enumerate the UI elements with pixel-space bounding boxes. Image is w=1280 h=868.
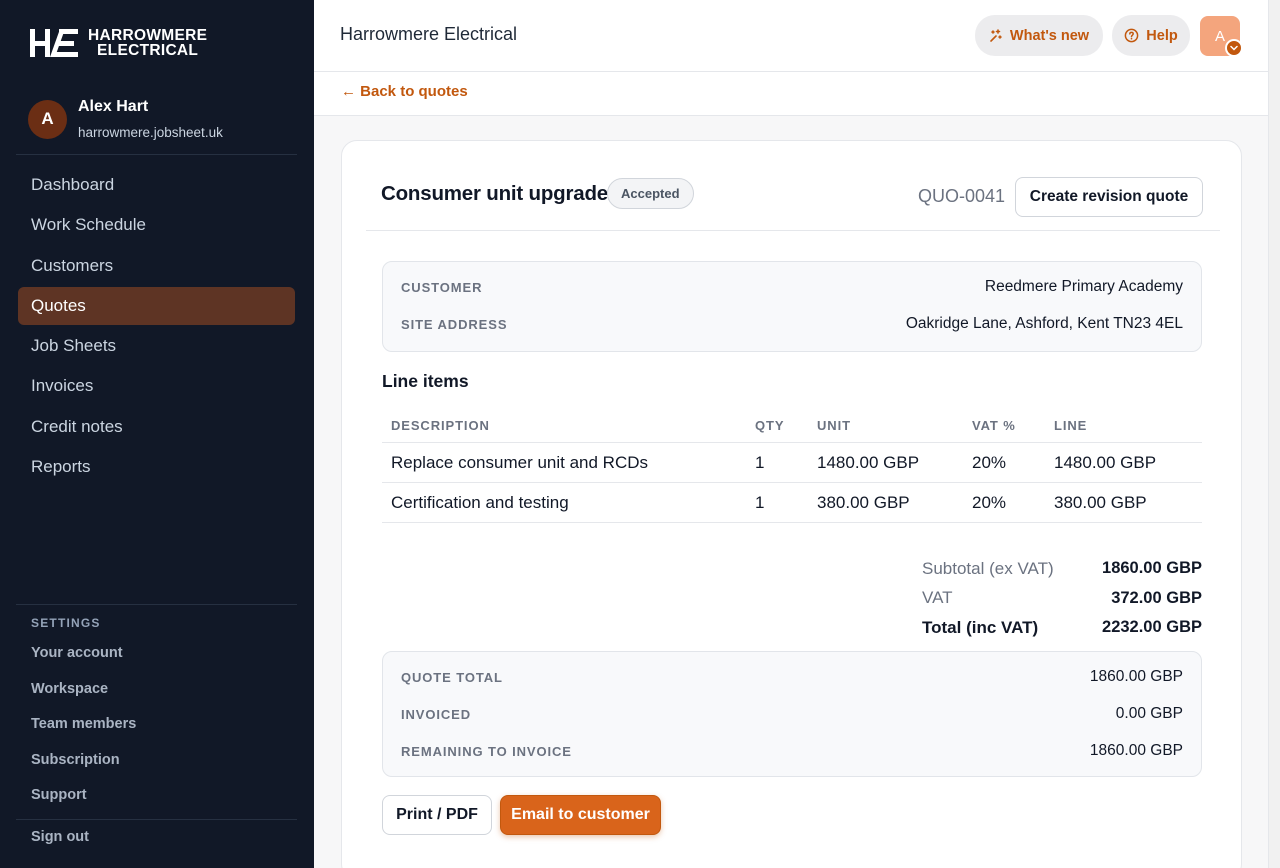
- brand-line-2: ELECTRICAL: [97, 42, 199, 59]
- invoice-summary-box: QUOTE TOTAL 1860.00 GBP INVOICED 0.00 GB…: [382, 651, 1202, 777]
- customer-label: CUSTOMER: [401, 279, 483, 295]
- invoiced-row: INVOICED 0.00 GBP: [401, 705, 1183, 723]
- print-pdf-button[interactable]: Print / PDF: [382, 795, 492, 835]
- help-label: Help: [1146, 27, 1178, 44]
- brand-name: HARROWMERE ELECTRICAL: [88, 27, 208, 59]
- cell-line: 380.00 GBP: [1054, 493, 1147, 512]
- site-address-row: SITE ADDRESS Oakridge Lane, Ashford, Ken…: [401, 315, 1183, 333]
- help-button[interactable]: Help: [1112, 15, 1190, 56]
- invoiced-label: INVOICED: [401, 706, 472, 722]
- nav-item-work-schedule[interactable]: Work Schedule: [18, 206, 295, 244]
- cell-vat: 20%: [972, 493, 1007, 512]
- remaining-label: REMAINING TO INVOICE: [401, 743, 572, 759]
- nav-item-dashboard[interactable]: Dashboard: [18, 166, 295, 204]
- user-name: Alex Hart: [78, 98, 149, 115]
- customer-info-box: CUSTOMER Reedmere Primary Academy SITE A…: [382, 261, 1202, 352]
- col-unit: UNIT: [817, 418, 851, 433]
- scrollbar-track[interactable]: [1268, 0, 1280, 868]
- total-value: 2232.00 GBP: [1102, 618, 1202, 637]
- cell-vat: 20%: [972, 453, 1007, 472]
- settings-item-your-account[interactable]: Your account: [31, 641, 136, 677]
- workspace-title: Harrowmere Electrical: [340, 24, 518, 44]
- nav-item-reports[interactable]: Reports: [18, 448, 295, 486]
- cell-description: Replace consumer unit and RCDs: [391, 453, 649, 472]
- nav-item-quotes[interactable]: Quotes: [18, 286, 295, 325]
- cell-description: Certification and testing: [391, 493, 569, 512]
- col-line: LINE: [1054, 418, 1088, 433]
- line-items-table: DESCRIPTION QTY UNIT VAT % LINE Replace …: [382, 407, 1202, 523]
- brand-mark-icon: [30, 29, 78, 57]
- total-row: Total (inc VAT) 2232.00 GBP: [922, 613, 1202, 643]
- whats-new-button[interactable]: What's new: [975, 15, 1103, 56]
- subtotal-value: 1860.00 GBP: [1102, 559, 1202, 578]
- whats-new-label: What's new: [1009, 27, 1090, 44]
- settings-item-workspace[interactable]: Workspace: [31, 677, 136, 713]
- remaining-value: 1860.00 GBP: [1089, 742, 1183, 759]
- back-to-quotes-link[interactable]: ← Back to quotes: [341, 83, 468, 100]
- chevron-down-icon: [1225, 39, 1243, 57]
- nav-item-customers[interactable]: Customers: [18, 247, 295, 285]
- avatar-initial: A: [1214, 27, 1225, 45]
- settings-item-subscription[interactable]: Subscription: [31, 748, 136, 784]
- nav-item-job-sheets[interactable]: Job Sheets: [18, 327, 295, 365]
- col-qty: QTY: [755, 418, 785, 433]
- cell-qty: 1: [755, 453, 765, 472]
- sparkle-icon: [989, 28, 1003, 43]
- subtotal-label: Subtotal (ex VAT): [922, 558, 1054, 578]
- quote-card: Consumer unit upgrade Accepted QUO-0041 …: [341, 140, 1242, 868]
- cell-unit: 380.00 GBP: [817, 493, 910, 512]
- top-bar: Harrowmere Electrical What's new Help A: [314, 0, 1268, 72]
- vat-row: VAT 372.00 GBP: [922, 584, 1202, 614]
- quote-total-row: QUOTE TOTAL 1860.00 GBP: [401, 668, 1183, 686]
- user-profile[interactable]: A Alex Hart harrowmere.jobsheet.uk: [28, 98, 223, 140]
- settings-nav: Your account Workspace Team members Subs…: [31, 641, 136, 819]
- subtotal-row: Subtotal (ex VAT) 1860.00 GBP: [922, 554, 1202, 584]
- quote-total-value: 1860.00 GBP: [1089, 668, 1183, 685]
- vat-value: 372.00 GBP: [1111, 588, 1202, 607]
- status-badge: Accepted: [607, 178, 694, 209]
- total-label: Total (inc VAT): [922, 617, 1039, 637]
- sidebar-divider: [16, 604, 297, 605]
- main-nav: Dashboard Work Schedule Customers Quotes…: [18, 166, 295, 488]
- col-description: DESCRIPTION: [391, 418, 490, 433]
- cell-qty: 1: [755, 493, 765, 512]
- line-items-heading: Line items: [382, 371, 469, 391]
- remaining-row: REMAINING TO INVOICE 1860.00 GBP: [401, 742, 1183, 760]
- site-address-value: Oakridge Lane, Ashford, Kent TN23 4EL: [905, 315, 1183, 332]
- brand-line-1: HARROWMERE: [88, 27, 208, 44]
- sidebar: HARROWMERE ELECTRICAL A Alex Hart harrow…: [0, 0, 314, 868]
- create-revision-quote-button[interactable]: Create revision quote: [1015, 177, 1203, 217]
- customer-value: Reedmere Primary Academy: [984, 278, 1183, 295]
- customer-row: CUSTOMER Reedmere Primary Academy: [401, 278, 1183, 296]
- sign-out-link[interactable]: Sign out: [31, 829, 89, 845]
- account-menu-avatar[interactable]: A: [1200, 16, 1243, 57]
- sidebar-divider: [16, 154, 297, 155]
- site-address-label: SITE ADDRESS: [401, 316, 508, 332]
- col-vat: VAT %: [972, 418, 1016, 433]
- help-circle-icon: [1124, 28, 1139, 43]
- table-header: DESCRIPTION QTY UNIT VAT % LINE: [382, 407, 1202, 443]
- quote-total-label: QUOTE TOTAL: [401, 669, 503, 685]
- back-bar: ← Back to quotes: [314, 72, 1268, 116]
- settings-item-support[interactable]: Support: [31, 783, 136, 819]
- avatar: A: [28, 99, 67, 139]
- card-divider: [366, 230, 1220, 231]
- nav-item-invoices[interactable]: Invoices: [18, 367, 295, 405]
- settings-heading: SETTINGS: [31, 616, 101, 630]
- totals-summary: Subtotal (ex VAT) 1860.00 GBP VAT 372.00…: [922, 554, 1202, 643]
- user-domain: harrowmere.jobsheet.uk: [78, 125, 223, 140]
- table-row: Replace consumer unit and RCDs 1 1480.00…: [382, 443, 1202, 483]
- vat-label: VAT: [922, 588, 953, 608]
- nav-item-credit-notes[interactable]: Credit notes: [18, 408, 295, 446]
- cell-line: 1480.00 GBP: [1054, 453, 1157, 472]
- quote-number: QUO-0041: [918, 186, 1006, 206]
- brand-logo[interactable]: HARROWMERE ELECTRICAL: [30, 27, 207, 59]
- invoiced-value: 0.00 GBP: [1115, 705, 1183, 722]
- cell-unit: 1480.00 GBP: [817, 453, 920, 472]
- settings-item-team-members[interactable]: Team members: [31, 712, 136, 748]
- quote-title: Consumer unit upgrade: [381, 182, 609, 205]
- sidebar-divider: [16, 819, 297, 820]
- table-row: Certification and testing 1 380.00 GBP 2…: [382, 483, 1202, 523]
- email-to-customer-button[interactable]: Email to customer: [500, 795, 661, 835]
